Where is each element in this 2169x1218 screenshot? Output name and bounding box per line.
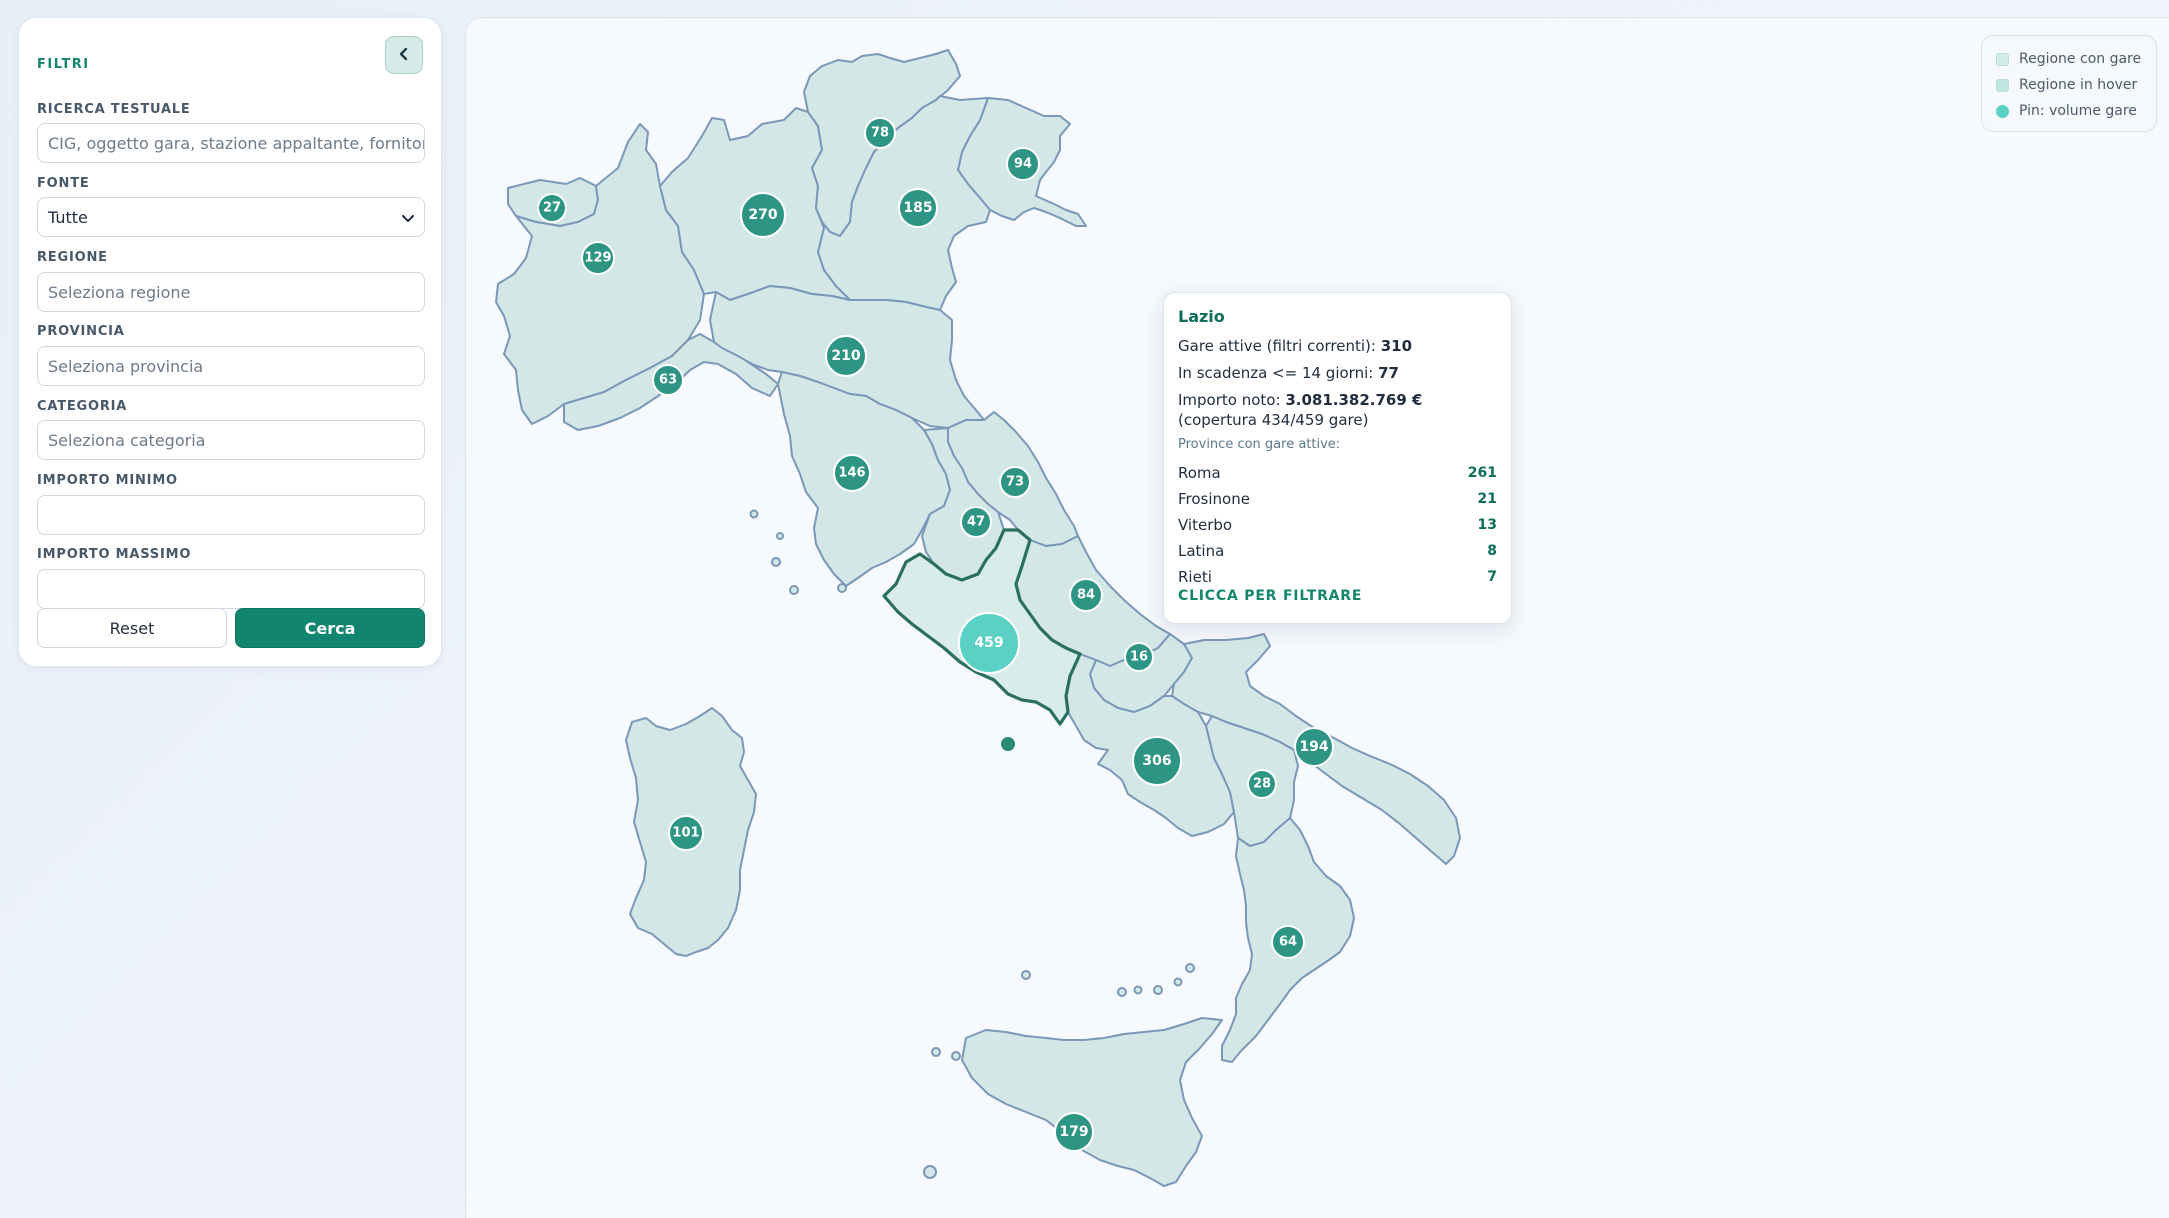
tooltip-filter-cta[interactable]: CLICCA PER FILTRARE (1178, 588, 1497, 604)
pin-valle-daosta[interactable]: 27 (537, 193, 567, 223)
svg-text:78: 78 (871, 126, 889, 141)
pin-campania[interactable]: 306 (1132, 736, 1182, 786)
pin-molise[interactable]: 16 (1124, 642, 1154, 672)
chevron-down-icon (402, 208, 414, 227)
region-sicilia[interactable] (961, 1017, 1223, 1187)
tooltip-provinces-label: Province con gare attive: (1178, 437, 1341, 452)
pin-piemonte[interactable]: 129 (581, 241, 615, 275)
svg-text:459: 459 (974, 635, 1003, 651)
tooltip-expiring-tenders: In scadenza <= 14 giorni: 77 (1178, 364, 1399, 382)
svg-text:28: 28 (1253, 777, 1271, 792)
svg-text:73: 73 (1006, 475, 1024, 490)
filters-title: FILTRI (37, 57, 90, 72)
filters-panel: FILTRI RICERCA TESTUALE CIG, oggetto gar… (18, 17, 442, 667)
svg-text:146: 146 (838, 466, 865, 481)
min-amount-input[interactable] (37, 495, 425, 535)
map-legend: Regione con gare Regione in hover Pin: v… (1981, 35, 2157, 132)
tooltip-active-tenders: Gare attive (filtri correnti): 310 (1178, 337, 1413, 355)
svg-text:16: 16 (1130, 650, 1148, 665)
tooltip-province-row: Rieti 7 (1178, 568, 1497, 586)
tooltip-province-row: Roma 261 (1178, 464, 1497, 482)
pin-trentino[interactable]: 78 (864, 117, 896, 149)
reset-button[interactable]: Reset (37, 608, 227, 648)
text-search-placeholder: CIG, oggetto gara, stazione appaltante, … (48, 133, 425, 153)
category-placeholder: Seleziona categoria (48, 430, 206, 450)
legend-swatch (1996, 78, 2009, 92)
collapse-sidebar-button[interactable] (385, 36, 423, 74)
tooltip-province-row: Viterbo 13 (1178, 516, 1497, 534)
pin-toscana[interactable]: 146 (833, 454, 871, 492)
max-amount-input[interactable] (37, 569, 425, 609)
svg-text:101: 101 (672, 826, 699, 841)
region-input[interactable]: Seleziona regione (37, 272, 425, 312)
category-input[interactable]: Seleziona categoria (37, 420, 425, 460)
chevron-left-icon (398, 46, 410, 65)
tooltip-amount: Importo noto: 3.081.382.769 € (copertura… (1178, 391, 1423, 429)
pin-emilia-romagna[interactable]: 210 (825, 335, 867, 377)
source-label: FONTE (37, 176, 90, 191)
legend-item-regions-with-tenders: Regione con gare (1996, 46, 2142, 72)
pin-calabria[interactable]: 64 (1271, 925, 1305, 959)
min-amount-label: IMPORTO MINIMO (37, 473, 178, 488)
pin-puglia[interactable]: 194 (1294, 727, 1334, 767)
text-search-input[interactable]: CIG, oggetto gara, stazione appaltante, … (37, 123, 425, 163)
svg-text:129: 129 (584, 251, 611, 266)
source-select[interactable]: Tutte (37, 197, 425, 237)
pin-umbria[interactable]: 47 (960, 506, 992, 538)
svg-text:84: 84 (1077, 588, 1095, 603)
region-tooltip[interactable]: Lazio Gare attive (filtri correnti): 310… (1163, 292, 1512, 624)
text-search-label: RICERCA TESTUALE (37, 102, 191, 117)
svg-text:47: 47 (967, 515, 985, 530)
svg-text:194: 194 (1299, 739, 1328, 755)
pin-marche[interactable]: 73 (999, 466, 1031, 498)
province-label: PROVINCIA (37, 324, 125, 339)
tooltip-province-row: Frosinone 21 (1178, 490, 1497, 508)
svg-text:270: 270 (748, 207, 777, 223)
svg-text:210: 210 (831, 348, 860, 364)
pin-sicilia[interactable]: 179 (1054, 1112, 1094, 1152)
pin-sardegna[interactable]: 101 (668, 815, 704, 851)
max-amount-label: IMPORTO MASSIMO (37, 547, 192, 562)
svg-text:63: 63 (659, 373, 677, 388)
legend-label: Regione in hover (2019, 77, 2138, 93)
svg-text:64: 64 (1279, 935, 1297, 950)
legend-swatch (1996, 104, 2009, 118)
legend-label: Regione con gare (2019, 51, 2142, 67)
region-placeholder: Seleziona regione (48, 282, 191, 302)
tooltip-province-row: Latina 8 (1178, 542, 1497, 560)
pin-veneto[interactable]: 185 (898, 188, 938, 228)
svg-text:27: 27 (543, 201, 561, 216)
svg-text:179: 179 (1059, 1124, 1088, 1140)
search-button[interactable]: Cerca (235, 608, 425, 648)
pin-lombardia[interactable]: 270 (740, 192, 786, 238)
svg-text:185: 185 (903, 200, 932, 216)
pin-abruzzo[interactable]: 84 (1069, 578, 1103, 612)
legend-swatch (1996, 52, 2009, 66)
region-label: REGIONE (37, 250, 108, 265)
svg-text:94: 94 (1014, 157, 1032, 172)
province-placeholder: Seleziona provincia (48, 356, 204, 376)
category-label: CATEGORIA (37, 399, 128, 414)
pin-lazio[interactable]: 459 (958, 612, 1020, 674)
svg-text:306: 306 (1142, 753, 1171, 769)
pin-basilicata[interactable]: 28 (1247, 769, 1277, 799)
province-input[interactable]: Seleziona provincia (37, 346, 425, 386)
pin-liguria[interactable]: 63 (652, 364, 684, 396)
legend-item-hover-region: Regione in hover (1996, 72, 2142, 98)
legend-label: Pin: volume gare (2019, 103, 2137, 119)
tooltip-title: Lazio (1178, 307, 1225, 326)
source-select-value: Tutte (48, 207, 88, 227)
pin-friuli[interactable]: 94 (1006, 147, 1040, 181)
legend-item-pin-volume: Pin: volume gare (1996, 98, 2142, 124)
